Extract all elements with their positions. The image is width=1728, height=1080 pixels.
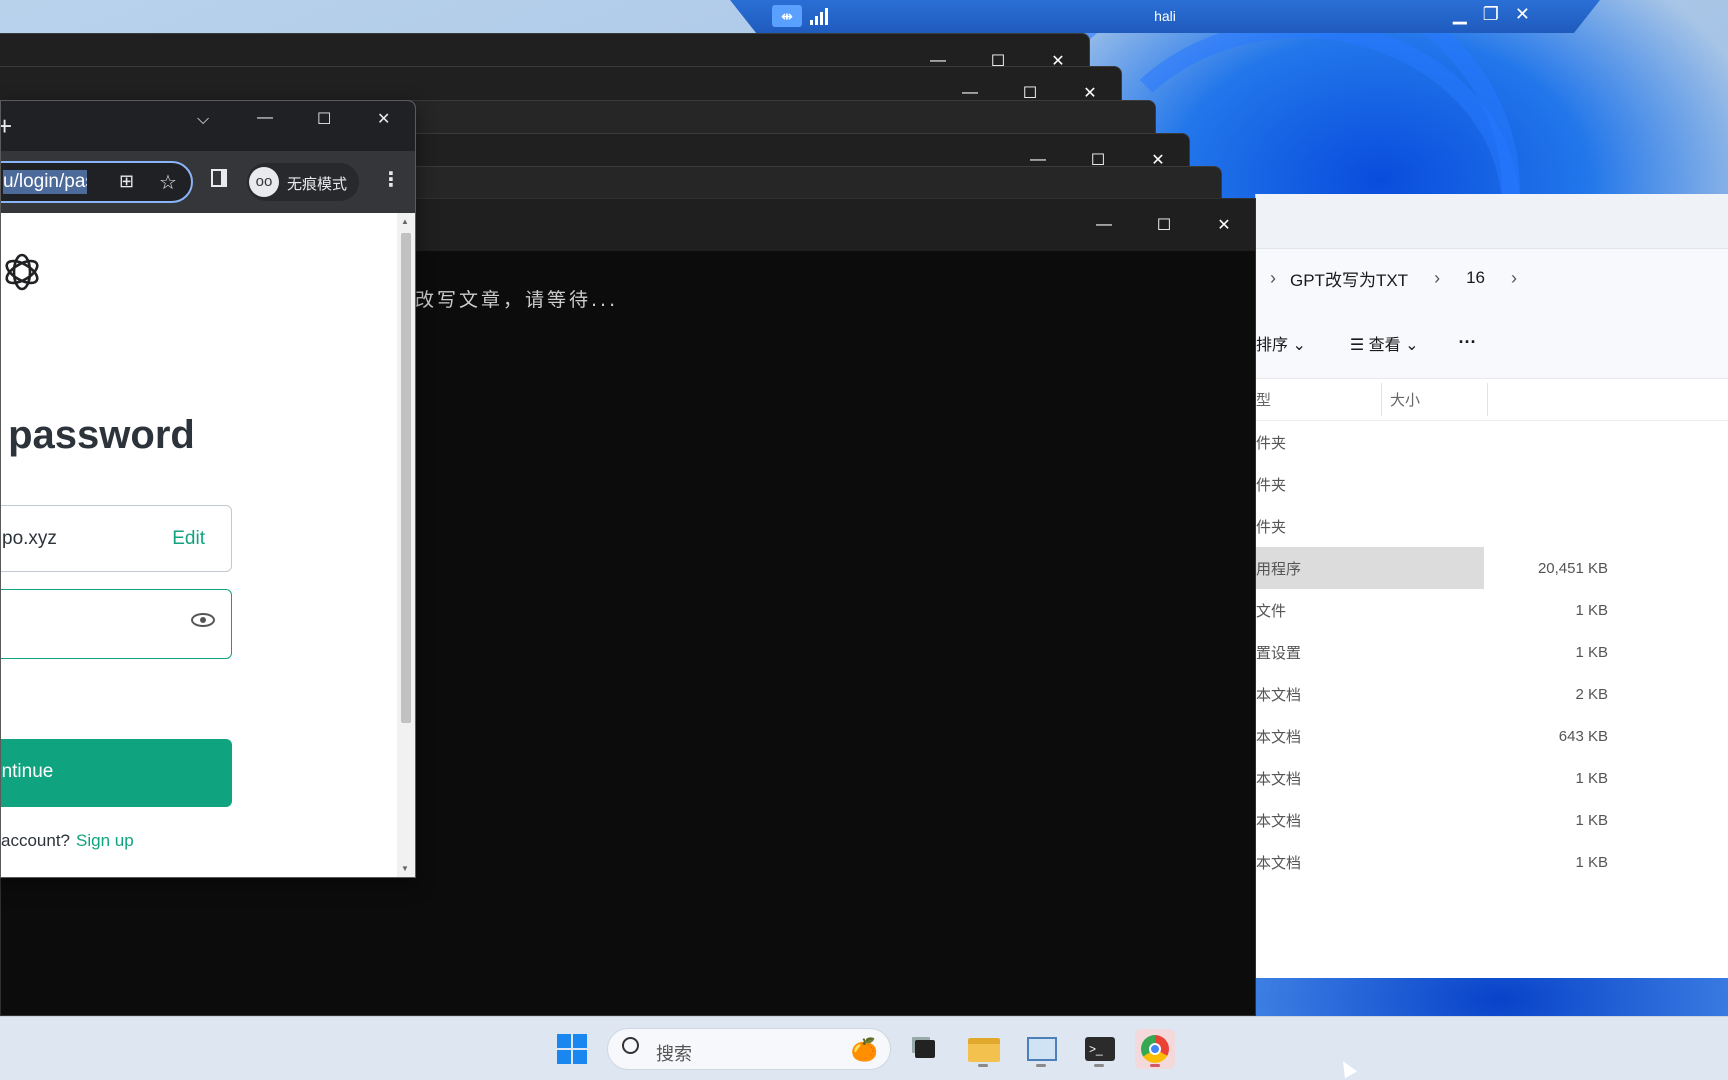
sort-button[interactable]: 排序 ⌄ [1256,331,1306,355]
chrome-menu-icon[interactable]: ⋮ [381,167,401,192]
incognito-icon: oo [249,167,279,197]
file-row[interactable]: 文件 1 KB [1256,589,1728,631]
file-row[interactable]: 件夹 [1256,421,1728,463]
column-divider[interactable] [1487,383,1488,416]
email-field: po.xyz Edit [1,505,232,572]
file-row[interactable]: 件夹 [1256,505,1728,547]
rdp-minimize-button[interactable]: ▁ [1453,4,1467,25]
task-view-button[interactable] [904,1029,944,1069]
chrome-icon [1141,1035,1169,1063]
install-app-icon[interactable]: ⊞ [119,171,134,192]
signup-prompt: account? Sign up [1,831,134,850]
file-row[interactable]: 本文档 1 KB [1256,757,1728,799]
openai-logo-icon [1,251,43,293]
terminal-taskbar-button[interactable]: >_ [1079,1029,1119,1069]
task-view-icon [915,1040,935,1058]
explorer-tab-strip [1256,194,1728,249]
rdp-close-button[interactable]: ✕ [1515,4,1530,25]
file-list: 件夹 件夹 件夹 用程序 20,451 KB 文件 1 KB 置设置 1 KB 本文档… [1256,421,1728,883]
chrome-taskbar-button[interactable] [1135,1029,1175,1069]
edit-email-link[interactable]: Edit [172,528,205,550]
close-button[interactable]: ✕ [1211,215,1237,235]
page-heading: ur password [1,413,195,457]
minimize-button[interactable]: — [257,109,273,127]
login-page: ur password po.xyz Edit ontinue account?… [1,213,415,877]
file-row-selected[interactable]: 用程序 20,451 KB [1256,547,1728,589]
more-options-button[interactable]: ··· [1459,332,1477,353]
signup-link[interactable]: Sign up [76,831,134,850]
column-header-type[interactable]: 型 [1256,389,1271,410]
file-row[interactable]: 件夹 [1256,463,1728,505]
breadcrumb-folder[interactable]: 16 [1466,268,1485,288]
taskbar-search-box[interactable]: 搜索 🍊 [607,1028,891,1070]
resource-monitor-taskbar-button[interactable] [1021,1029,1061,1069]
browser-tab-strip: + ⌵ — ☐ ✕ [1,101,415,151]
address-bar[interactable]: u/login/pass ⊞ ☆ [1,161,193,203]
search-highlight-icon: 🍊 [850,1037,878,1062]
search-label: 搜索 [656,1044,692,1065]
chevron-right-icon[interactable]: › [1511,268,1517,289]
tab-search-chevron-icon[interactable]: ⌵ [197,111,209,129]
chevron-right-icon: › [1270,267,1276,288]
email-value: po.xyz [2,528,57,549]
scrollbar-thumb[interactable] [401,233,411,723]
terminal-output: 改写文章，请等待... [415,289,619,311]
monitor-chart-icon [1027,1037,1057,1061]
continue-button[interactable]: ontinue [1,739,232,807]
new-tab-button[interactable]: + [1,111,12,142]
scroll-up-icon[interactable]: ▲ [401,217,409,226]
breadcrumb-folder[interactable]: GPT改写为TXT [1290,266,1408,291]
browser-toolbar: u/login/pass ⊞ ☆ oo 无痕模式 ⋮ [1,151,415,213]
show-password-eye-icon[interactable] [191,613,215,627]
incognito-label: 无痕模式 [287,176,348,193]
file-row[interactable]: 置设置 1 KB [1256,631,1728,673]
file-explorer-taskbar-button[interactable] [963,1029,1003,1069]
column-divider[interactable] [1381,383,1382,416]
address-bar-url[interactable]: u/login/pass [3,170,87,194]
search-icon [622,1037,639,1054]
file-row[interactable]: 本文档 643 KB [1256,715,1728,757]
close-button[interactable]: ✕ [377,109,390,129]
maximize-button[interactable]: ☐ [317,109,331,129]
bookmark-star-icon[interactable]: ☆ [159,170,177,195]
folder-icon [968,1038,1000,1062]
file-explorer-window: › GPT改写为TXT › 16 › 排序 ⌄ ☰ 查看 ⌄ ··· 型 大小 … [1255,194,1728,978]
side-panel-icon[interactable] [211,169,227,187]
incognito-badge[interactable]: oo 无痕模式 [247,163,359,201]
scroll-down-icon[interactable]: ▼ [401,864,409,873]
file-row[interactable]: 本文档 2 KB [1256,673,1728,715]
file-row[interactable]: 本文档 1 KB [1256,799,1728,841]
minimize-button[interactable]: — [1091,216,1117,234]
file-row[interactable]: 本文档 1 KB [1256,841,1728,883]
maximize-button[interactable]: ☐ [1151,215,1177,235]
page-scrollbar[interactable]: ▲ ▼ [397,213,415,877]
explorer-toolbar: 排序 ⌄ ☰ 查看 ⌄ ··· [1256,307,1728,379]
column-header: 型 大小 [1256,379,1728,421]
column-header-size[interactable]: 大小 [1390,389,1420,410]
windows-logo-icon [557,1034,587,1064]
start-button[interactable] [552,1029,592,1069]
browser-window: + ⌵ — ☐ ✕ u/login/pass ⊞ ☆ oo 无痕模式 ⋮ [0,100,416,878]
taskbar: 搜索 🍊 >_ [0,1016,1728,1080]
breadcrumb: › GPT改写为TXT › 16 › [1256,249,1728,307]
rdp-restore-button[interactable]: ❐ [1483,4,1499,25]
view-button[interactable]: ☰ 查看 ⌄ [1350,331,1419,355]
remote-desktop-bar: ⇹ hali ▁ ❐ ✕ [730,0,1600,33]
terminal-icon: >_ [1085,1037,1115,1061]
password-field[interactable] [1,589,232,659]
chevron-right-icon: › [1434,267,1441,288]
